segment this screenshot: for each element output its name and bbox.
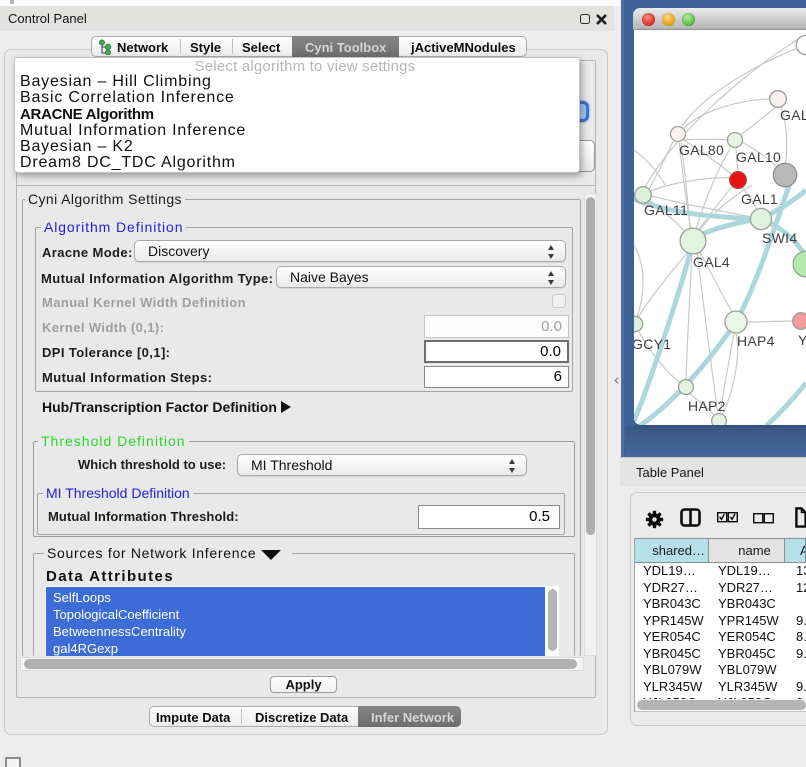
svg-text:GAL4: GAL4	[693, 254, 730, 270]
svg-text:GAL10: GAL10	[736, 149, 781, 165]
svg-text:GAL80: GAL80	[679, 142, 724, 158]
svg-text:GAL: GAL	[780, 107, 806, 123]
svg-text:SWI4: SWI4	[762, 230, 797, 246]
svg-text:HAP4: HAP4	[737, 333, 775, 349]
svg-text:GAL11: GAL11	[644, 202, 688, 218]
svg-text:GCY1: GCY1	[634, 336, 671, 352]
svg-text:Y: Y	[798, 332, 806, 348]
svg-text:HAP2: HAP2	[688, 398, 726, 414]
svg-text:GAL1: GAL1	[741, 191, 778, 207]
